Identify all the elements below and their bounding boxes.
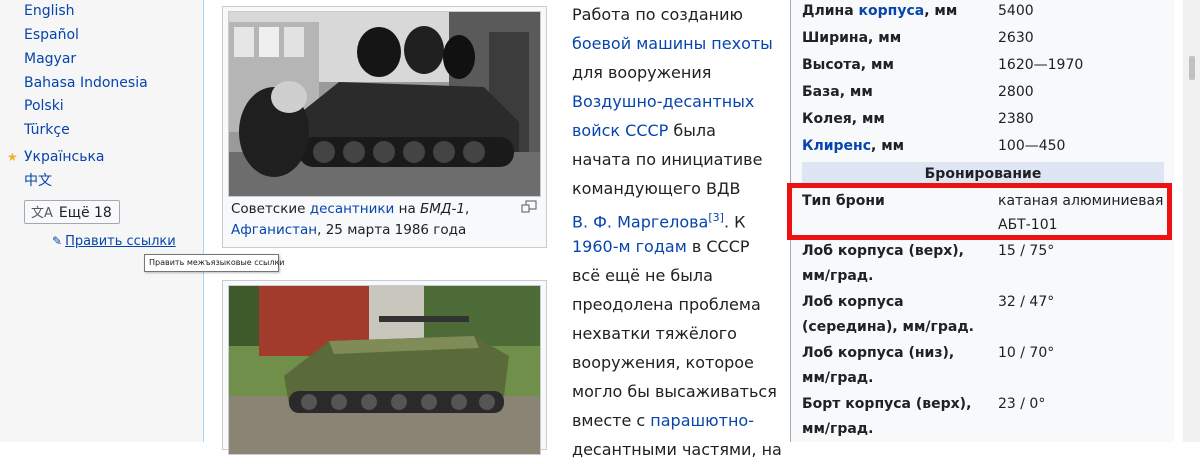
article-line: Работа по созданию bbox=[572, 5, 743, 24]
caption-link-afghanistan[interactable]: Афганистан bbox=[231, 222, 317, 238]
link-clearance[interactable]: Клиренс bbox=[802, 138, 871, 154]
article-body: Работа по созданию боевой машины пехоты … bbox=[572, 0, 782, 464]
caption-text: , 25 марта 1986 года bbox=[317, 222, 467, 238]
infobox-value: 1620—1970 bbox=[998, 57, 1084, 73]
edit-links-label: Править ссылки bbox=[65, 234, 176, 249]
infobox-value: 100—450 bbox=[998, 138, 1066, 154]
infobox-label: Колея, мм bbox=[802, 111, 885, 127]
article-line: войск СССР была bbox=[572, 116, 777, 145]
article-line: для вооружения bbox=[572, 63, 712, 82]
infobox-label: Лоб корпуса (низ), bbox=[802, 345, 955, 361]
article-line: начата по инициативе bbox=[572, 150, 763, 169]
link-airborne-troops-ussr[interactable]: войск СССР bbox=[572, 121, 668, 140]
link-margelov[interactable]: В. Ф. Маргелова bbox=[572, 212, 708, 231]
language-link-espanol[interactable]: Español bbox=[24, 25, 79, 45]
language-link-chinese[interactable]: 中文 bbox=[24, 171, 52, 191]
article-line: вооружения, которое bbox=[572, 353, 754, 372]
article-line: боевой машины пехоты bbox=[572, 29, 777, 58]
reference-link[interactable]: [3] bbox=[708, 211, 724, 224]
infobox-label: Длина корпуса, мм bbox=[802, 3, 958, 19]
infobox-value: 10 / 70° bbox=[998, 345, 1055, 361]
language-link-indonesian[interactable]: Bahasa Indonesia bbox=[24, 73, 148, 93]
article-text: вместе с bbox=[572, 411, 651, 430]
language-link-english[interactable]: English bbox=[24, 1, 75, 21]
infobox-value: 5400 bbox=[998, 3, 1034, 19]
article-line: могло бы высаживаться bbox=[572, 382, 777, 401]
article-line: нехватки тяжёлого bbox=[572, 324, 737, 343]
link-hull[interactable]: корпуса bbox=[859, 3, 925, 19]
infobox-label: (середина), мм/град. bbox=[802, 319, 974, 335]
thumbnail-bmd1-afghanistan: Советские десантники на БМД-1, Афганиста… bbox=[222, 6, 547, 248]
infobox-value: 23 / 0° bbox=[998, 396, 1046, 412]
thumbnail-bmp bbox=[222, 280, 547, 455]
infobox-label: мм/град. bbox=[802, 421, 874, 437]
infobox-label: Лоб корпуса bbox=[802, 294, 904, 310]
infobox-value: 2630 bbox=[998, 30, 1034, 46]
enlarge-icon[interactable] bbox=[521, 199, 537, 218]
more-languages-button[interactable]: 文A Ещё 18 bbox=[24, 200, 120, 224]
caption-link-paratroopers[interactable]: десантники bbox=[310, 201, 395, 217]
infobox-value: 2380 bbox=[998, 111, 1034, 127]
infobox-label: мм/град. bbox=[802, 370, 874, 386]
article-text: . К bbox=[723, 212, 746, 232]
infobox-label: Лоб корпуса (верх), bbox=[802, 243, 964, 259]
infobox-label: мм/град. bbox=[802, 268, 874, 284]
infobox-label: Борт корпуса (верх), bbox=[802, 396, 972, 412]
language-label: Українська bbox=[24, 149, 105, 165]
link-airborne-troops[interactable]: Воздушно-десантных bbox=[572, 92, 754, 111]
link-parachute-landing[interactable]: парашютно- bbox=[650, 411, 754, 430]
article-line: 1960-м годам в СССР bbox=[572, 232, 777, 261]
article-text: была bbox=[668, 121, 716, 140]
edit-interlanguage-links[interactable]: ✎ Править ссылки bbox=[52, 232, 176, 251]
scrollbar-thumb[interactable] bbox=[1189, 56, 1195, 80]
content-border bbox=[203, 0, 204, 442]
infobox-label: Ширина, мм bbox=[802, 30, 902, 46]
caption-text: на bbox=[394, 201, 421, 217]
infobox-value: 32 / 47° bbox=[998, 294, 1055, 310]
infobox-label: База, мм bbox=[802, 84, 873, 100]
language-link-ukrainian[interactable]: ★ Українська bbox=[7, 147, 105, 167]
infobox-label: Высота, мм bbox=[802, 57, 894, 73]
article-line: В. Ф. Маргелова[3]. К bbox=[572, 203, 777, 232]
caption-text: , bbox=[464, 201, 470, 217]
infobox-value: 15 / 75° bbox=[998, 243, 1055, 259]
infobox-value: 2800 bbox=[998, 84, 1034, 100]
article-line: вместе с парашютно- bbox=[572, 406, 777, 435]
article-line: всё ещё не была bbox=[572, 266, 713, 285]
link-1960s[interactable]: 1960-м годам bbox=[572, 237, 687, 256]
photo-bmp-vehicle[interactable] bbox=[228, 285, 541, 455]
language-link-magyar[interactable]: Magyar bbox=[24, 49, 76, 69]
article-line: десантными частями, на bbox=[572, 440, 782, 459]
tooltip: Править межъязыковые ссылки bbox=[144, 254, 285, 272]
pencil-icon: ✎ bbox=[52, 234, 63, 248]
infobox-label: Клиренс, мм bbox=[802, 138, 905, 154]
caption-italic-bmd1: БМД-1 bbox=[420, 201, 465, 217]
photo-bmd1-afghanistan[interactable] bbox=[228, 11, 541, 197]
article-text: в СССР bbox=[686, 237, 750, 256]
link-infantry-fighting-vehicle[interactable]: боевой машины пехоты bbox=[572, 34, 773, 53]
more-languages-label: Ещё 18 bbox=[58, 205, 112, 221]
sidebar: English Español Magyar Bahasa Indonesia … bbox=[0, 0, 203, 442]
article-line: командующего ВДВ bbox=[572, 179, 741, 198]
article-line: преодолена проблема bbox=[572, 295, 761, 314]
article-line: Воздушно-десантных bbox=[572, 87, 777, 116]
highlight-box bbox=[787, 183, 1172, 240]
translate-icon: 文A bbox=[31, 206, 53, 221]
thumbnail-caption: Советские десантники на БМД-1, Афганиста… bbox=[231, 199, 541, 241]
caption-text: Советские bbox=[231, 201, 310, 217]
language-link-polski[interactable]: Polski bbox=[24, 96, 64, 116]
language-link-turkce[interactable]: Türkçe bbox=[24, 120, 70, 140]
featured-star-icon: ★ bbox=[7, 150, 18, 164]
